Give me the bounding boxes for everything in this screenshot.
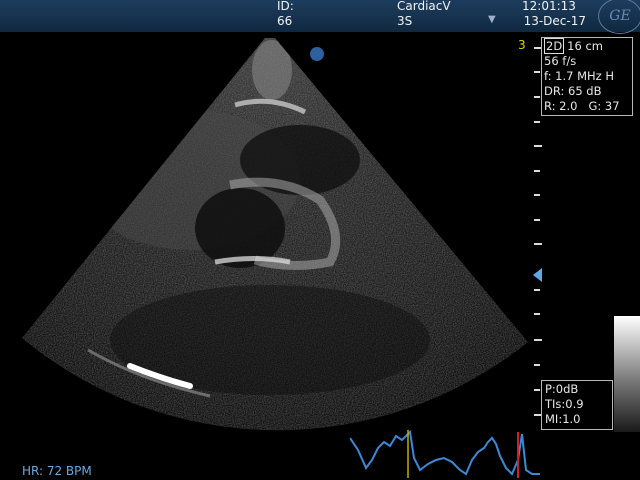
frequency: f: 1.7 MHz H (544, 69, 615, 83)
dynamic-range: DR: 65 dB (544, 84, 602, 98)
zone-number: 3 (518, 38, 526, 52)
orientation-dot-icon (310, 47, 324, 61)
frame-rate: 56 f/s (544, 54, 577, 68)
chamber-dark-2 (195, 188, 285, 268)
gain-value: G: 37 (588, 99, 620, 113)
mi-value: MI:1.0 (545, 412, 581, 426)
reject-value: R: 2.0 (544, 99, 578, 113)
ecg-waveform (350, 430, 540, 476)
mode-label: 2D (544, 38, 565, 54)
heart-rate: HR: 72 BPM (22, 464, 92, 478)
focus-marker-icon[interactable] (533, 268, 542, 282)
tis-value: TIs:0.9 (545, 397, 584, 411)
power-value: P:0dB (545, 382, 579, 396)
acoustic-indices: P:0dB TIs:0.9 MI:1.0 (541, 380, 613, 430)
imaging-parameters: 2D 16 cm 56 f/s f: 1.7 MHz H DR: 65 dB R:… (541, 37, 633, 116)
near-field-echo (252, 40, 292, 100)
depth-value: 16 cm (567, 39, 603, 53)
ecg-trace (350, 430, 540, 478)
grayscale-bar (614, 316, 640, 432)
